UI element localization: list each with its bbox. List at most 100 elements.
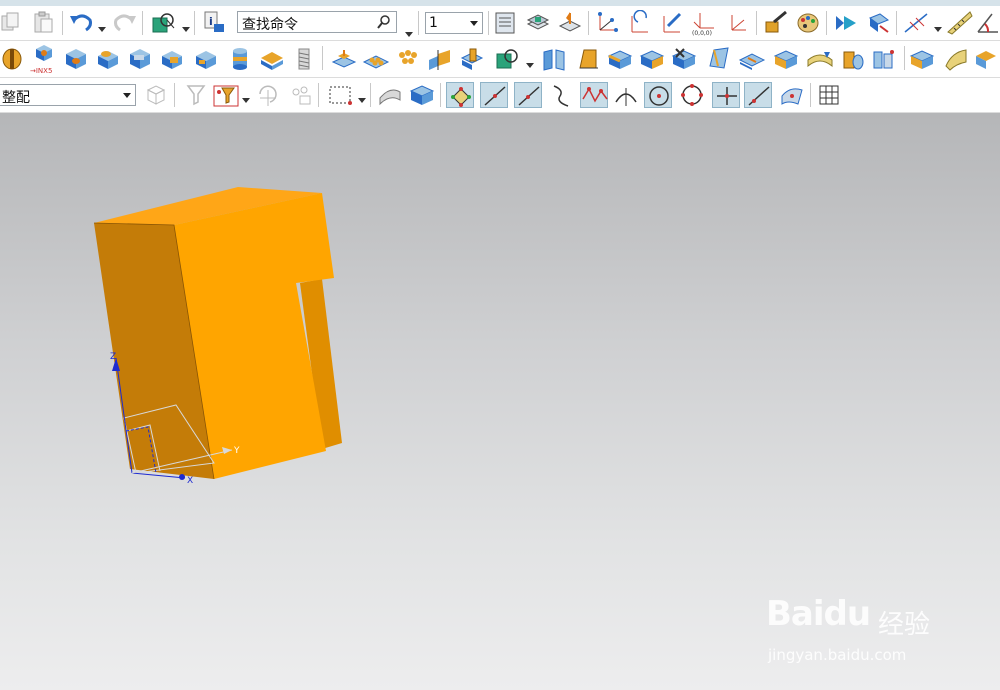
redo-icon[interactable] bbox=[110, 10, 138, 36]
chamfer-icon[interactable] bbox=[638, 46, 666, 72]
svg-text:i: i bbox=[209, 15, 213, 28]
select-body-icon[interactable] bbox=[408, 82, 436, 108]
pad-icon[interactable] bbox=[158, 46, 186, 72]
watermark-url: jingyan.baidu.com bbox=[768, 646, 907, 664]
paste-icon[interactable] bbox=[30, 10, 58, 36]
layer-settings-icon[interactable] bbox=[492, 10, 520, 36]
snap-point-icon[interactable] bbox=[254, 82, 282, 108]
shell-icon[interactable] bbox=[704, 46, 732, 72]
datum-dropdown-icon[interactable] bbox=[526, 61, 534, 69]
nx5-import-label: →INX5 bbox=[30, 67, 53, 75]
separator bbox=[904, 46, 905, 70]
filter-icon[interactable] bbox=[182, 82, 210, 108]
watermark-cn: 经验 bbox=[878, 610, 931, 640]
snap-quadrant-icon[interactable] bbox=[678, 82, 706, 108]
edit-object-display-icon[interactable] bbox=[762, 10, 790, 36]
copy-icon[interactable] bbox=[0, 10, 28, 36]
finder-dropdown-icon[interactable] bbox=[405, 30, 413, 38]
delete-face-icon[interactable] bbox=[670, 46, 698, 72]
snap-curve-icon[interactable] bbox=[548, 82, 576, 108]
snap-control-point-icon[interactable] bbox=[580, 82, 608, 108]
trim-body-icon[interactable] bbox=[426, 46, 454, 72]
rectangle-select-icon[interactable] bbox=[326, 82, 354, 108]
work-layer-select[interactable]: 1 bbox=[425, 12, 483, 34]
mirror-feature-icon[interactable] bbox=[540, 46, 568, 72]
select-all-faces-icon[interactable] bbox=[142, 82, 170, 108]
wcs-dynamics-icon[interactable] bbox=[594, 10, 622, 36]
magnifier-icon[interactable] bbox=[376, 14, 392, 30]
replace-face-icon[interactable] bbox=[972, 46, 1000, 72]
hide-icon[interactable] bbox=[864, 10, 892, 36]
filter-dropdown-icon[interactable] bbox=[242, 96, 250, 104]
scale-body-icon[interactable] bbox=[772, 46, 800, 72]
measure-angle-icon[interactable] bbox=[974, 10, 1000, 36]
baidu-watermark: Baidu 经验 jingyan.baidu.com bbox=[766, 580, 966, 670]
thread-icon[interactable] bbox=[290, 46, 318, 72]
hole-icon[interactable] bbox=[62, 46, 90, 72]
select-face-icon[interactable] bbox=[376, 82, 404, 108]
groove-icon[interactable] bbox=[258, 46, 286, 72]
selection-display-icon[interactable] bbox=[150, 10, 178, 36]
pocket-icon[interactable] bbox=[126, 46, 154, 72]
combine-bodies-icon[interactable] bbox=[394, 46, 422, 72]
measure-distance-icon[interactable] bbox=[946, 10, 974, 36]
edge-blend-icon[interactable] bbox=[606, 46, 634, 72]
filter-active-icon[interactable] bbox=[212, 82, 240, 108]
type-filter-select[interactable]: 整配 bbox=[0, 84, 136, 106]
toolbar-selection: 整配 bbox=[0, 78, 1000, 113]
undo-icon[interactable] bbox=[68, 10, 96, 36]
grid-snap-icon[interactable] bbox=[816, 82, 844, 108]
separator bbox=[826, 11, 827, 35]
separator bbox=[370, 83, 371, 107]
move-to-layer-icon[interactable] bbox=[556, 10, 584, 36]
point-construct-icon[interactable] bbox=[902, 10, 930, 36]
snap-options-icon[interactable] bbox=[286, 82, 314, 108]
work-layer-value: 1 bbox=[429, 15, 438, 31]
snap-point-on-curve-icon[interactable] bbox=[744, 82, 772, 108]
information-icon[interactable]: i bbox=[200, 10, 228, 36]
datum-csys-icon[interactable] bbox=[494, 46, 522, 72]
snap-point-on-face-icon[interactable] bbox=[778, 82, 806, 108]
wrap-geometry-icon[interactable] bbox=[806, 46, 834, 72]
patch-icon[interactable] bbox=[942, 46, 970, 72]
snap-endpoint-icon[interactable] bbox=[446, 82, 474, 108]
layer-visible-icon[interactable] bbox=[524, 10, 552, 36]
offset-face-icon[interactable] bbox=[738, 46, 766, 72]
svg-text:(0,0,0): (0,0,0) bbox=[692, 30, 712, 36]
pattern-feature-icon[interactable] bbox=[362, 46, 390, 72]
snap-existing-point-icon[interactable] bbox=[712, 82, 740, 108]
extrude-icon[interactable] bbox=[330, 46, 358, 72]
wcs-origin-icon[interactable]: (0,0,0) bbox=[690, 10, 718, 36]
separator bbox=[488, 11, 489, 35]
undo-dropdown-icon[interactable] bbox=[98, 25, 106, 33]
draft-icon[interactable] bbox=[574, 46, 602, 72]
boss-icon[interactable] bbox=[94, 46, 122, 72]
select-mode-dropdown-icon[interactable] bbox=[358, 96, 366, 104]
wcs-display-icon[interactable] bbox=[724, 10, 752, 36]
toolbar-standard: i 查找命令 1 (0,0,0) bbox=[0, 6, 1000, 41]
separator bbox=[896, 11, 897, 35]
snap-line-icon[interactable] bbox=[480, 82, 508, 108]
revolve-icon[interactable] bbox=[0, 46, 28, 72]
separator bbox=[62, 11, 63, 35]
command-finder-input[interactable]: 查找命令 bbox=[237, 11, 397, 33]
snap-intersection-icon[interactable] bbox=[612, 82, 640, 108]
nx5-import-icon[interactable] bbox=[30, 43, 58, 69]
emboss-icon[interactable] bbox=[838, 46, 866, 72]
wcs-orient-icon[interactable] bbox=[658, 10, 686, 36]
sew-icon[interactable] bbox=[908, 46, 936, 72]
color-palette-icon[interactable] bbox=[794, 10, 822, 36]
slot-icon[interactable] bbox=[192, 46, 220, 72]
show-icon[interactable] bbox=[832, 10, 860, 36]
wcs-rotate-icon[interactable] bbox=[626, 10, 654, 36]
split-body-icon[interactable] bbox=[458, 46, 486, 72]
cylinder-icon[interactable] bbox=[226, 46, 254, 72]
snap-arc-center-icon[interactable] bbox=[644, 82, 672, 108]
snap-midpoint-icon[interactable] bbox=[514, 82, 542, 108]
separator bbox=[142, 11, 143, 35]
point-dropdown-icon[interactable] bbox=[934, 25, 942, 33]
chevron-down-icon bbox=[470, 21, 478, 26]
selection-dropdown-icon[interactable] bbox=[182, 25, 190, 33]
watermark-brand: Baidu bbox=[766, 594, 871, 634]
offset-surface-icon[interactable] bbox=[870, 46, 898, 72]
